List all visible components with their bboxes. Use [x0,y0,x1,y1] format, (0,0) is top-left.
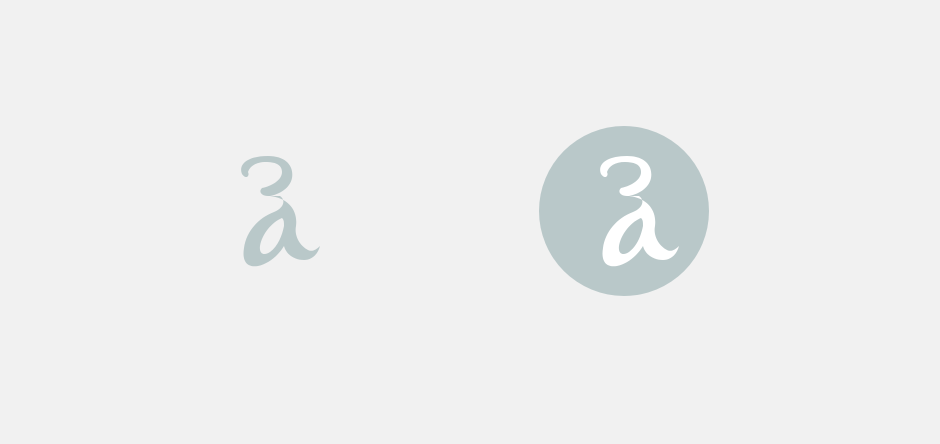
script-letter-logo-badge-icon [539,126,709,296]
script-letter-logo-icon [228,150,328,274]
script-letter-glyph [241,156,320,267]
logo-canvas [0,0,940,444]
script-letter-glyph-white [600,156,679,267]
